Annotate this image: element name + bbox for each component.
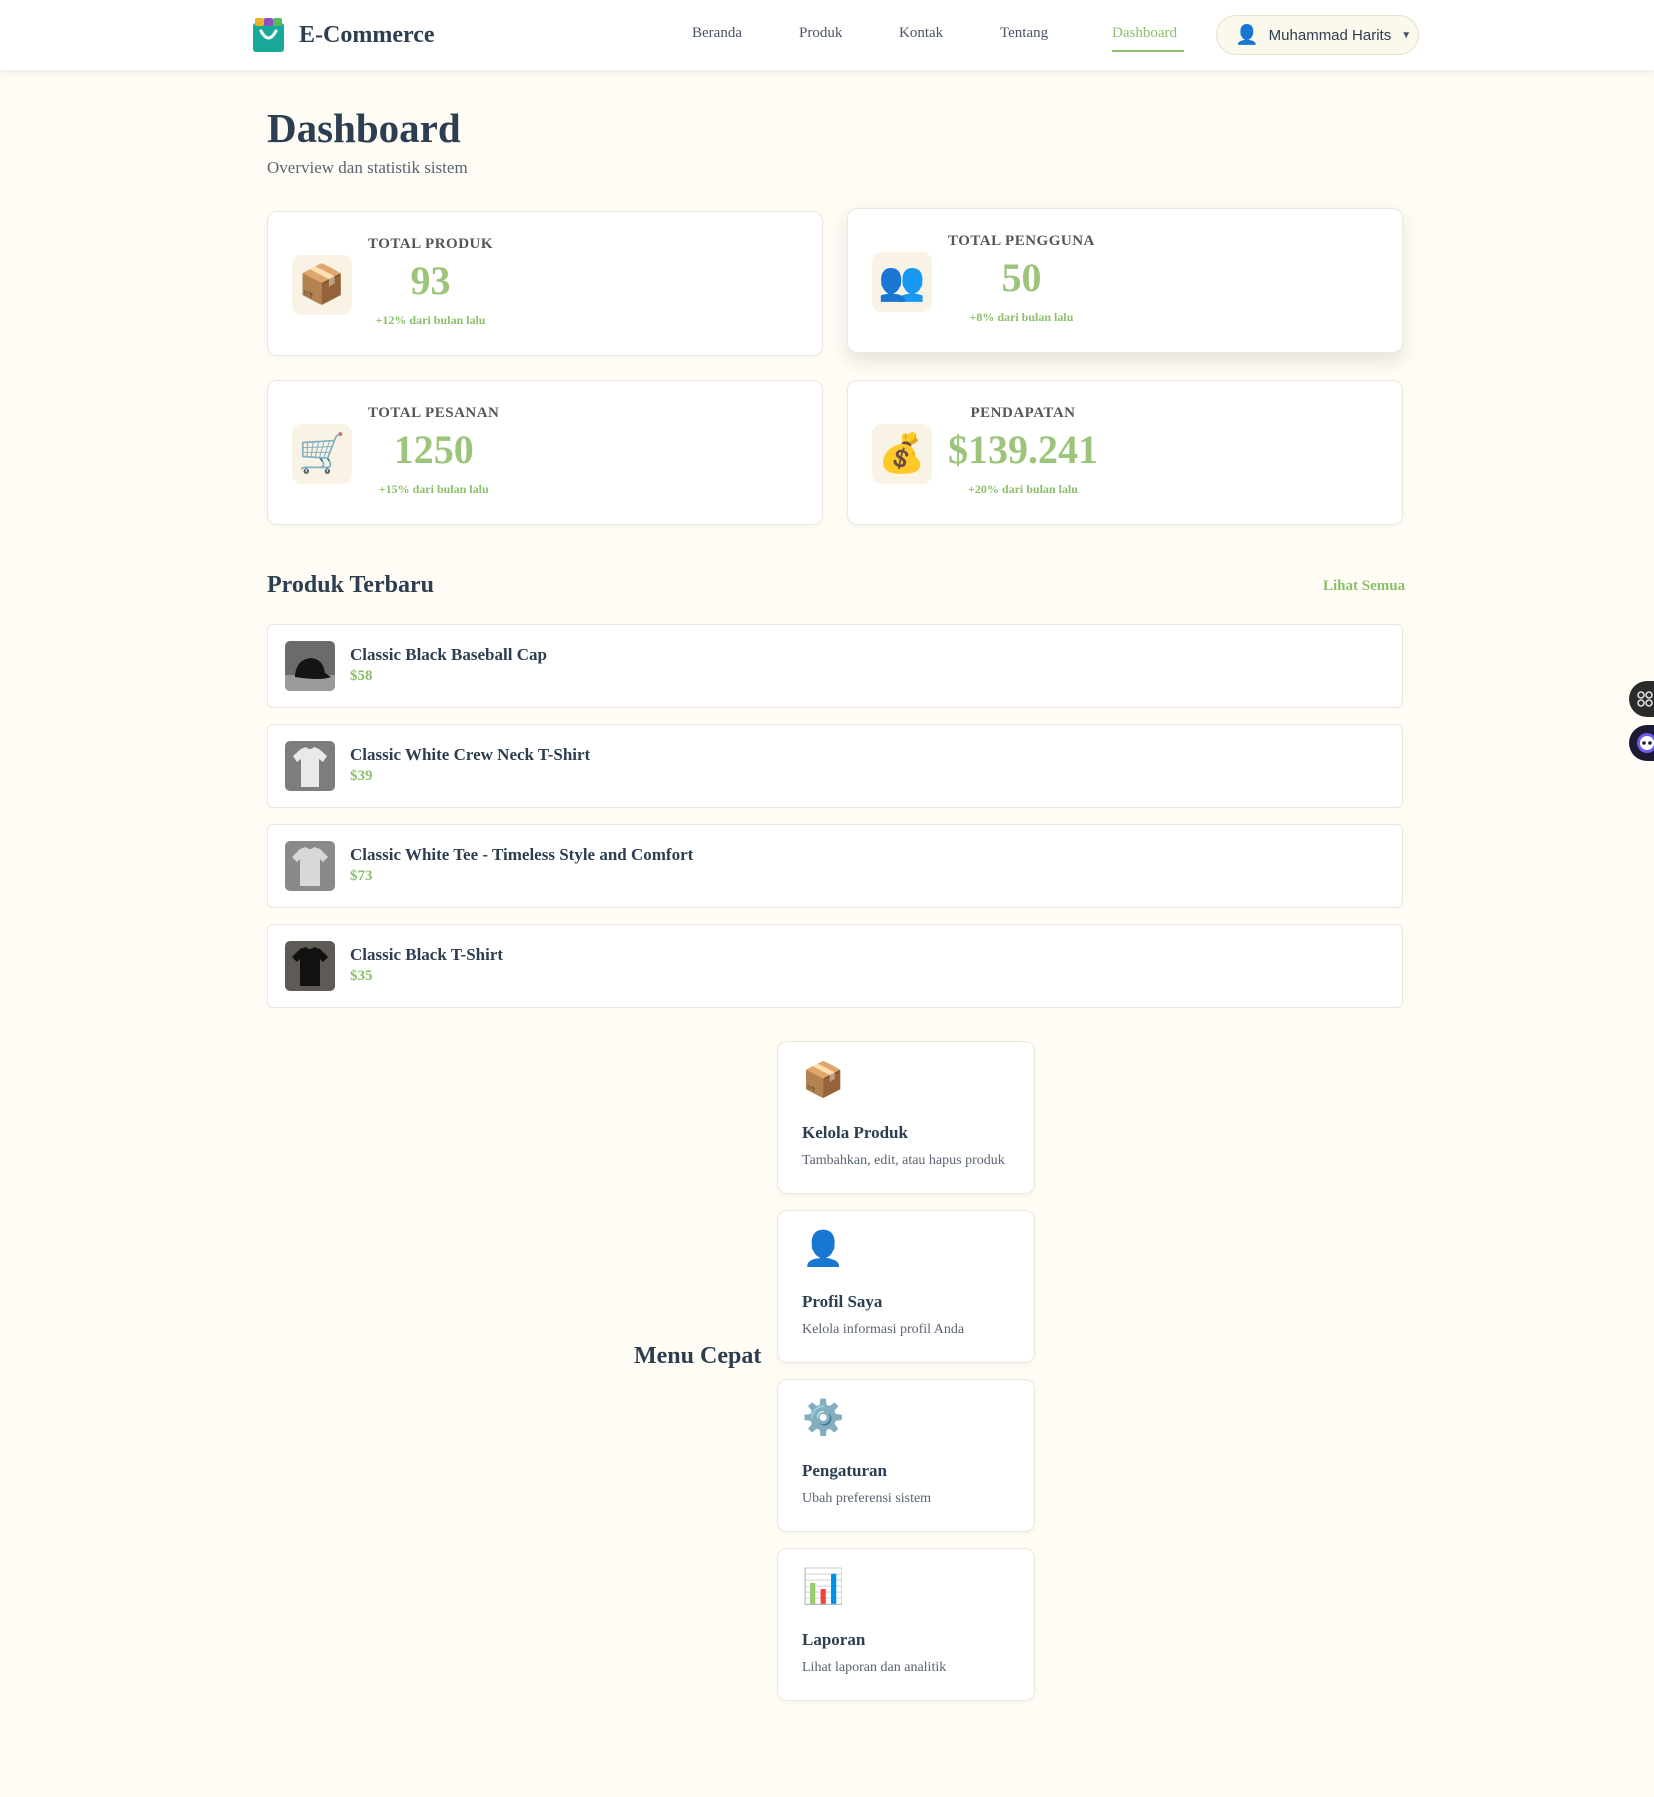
package-icon: 📦 [292, 255, 352, 315]
quick-menu-laporan[interactable]: 📊 Laporan Lihat laporan dan analitik [777, 1548, 1035, 1701]
stat-label: TOTAL PESANAN [368, 405, 500, 421]
quick-menu-name: Laporan [802, 1630, 866, 1649]
stat-label: TOTAL PENGGUNA [948, 233, 1095, 249]
product-price: $73 [350, 868, 373, 884]
brand[interactable]: E-Commerce [252, 17, 435, 53]
nav-link-dashboard[interactable]: Dashboard [1112, 25, 1177, 42]
product-thumbnail-black-tshirt [285, 941, 335, 991]
product-name: Classic Black T-Shirt [350, 945, 504, 964]
stat-change: +20% dari bulan lalu [968, 482, 1078, 496]
stat-value: 1250 [393, 427, 474, 472]
product-thumbnail-white-tee [285, 841, 335, 891]
product-row[interactable]: Classic Black T-Shirt $35 [267, 924, 1403, 1008]
quick-menu-title: Menu Cepat [634, 1343, 762, 1369]
stat-change: +12% dari bulan lalu [375, 313, 486, 327]
quick-menu-name: Kelola Produk [802, 1123, 908, 1142]
product-price: $39 [350, 768, 373, 784]
command-icon [1637, 691, 1653, 707]
stat-label: TOTAL PRODUK [368, 236, 494, 252]
active-nav-indicator [1112, 50, 1184, 52]
product-price: $35 [350, 968, 373, 984]
user-icon: 👤 [802, 1231, 845, 1268]
command-widget-button[interactable] [1629, 681, 1654, 717]
navbar: E-Commerce Beranda Produk Kontak Tentang… [0, 0, 1654, 70]
product-name: Classic White Tee - Timeless Style and C… [350, 845, 694, 864]
nav-link-produk[interactable]: Produk [799, 25, 842, 42]
stat-card-pendapatan: 💰 PENDAPATAN $139.241 +20% dari bulan la… [847, 380, 1403, 525]
nav-link-kontak[interactable]: Kontak [899, 25, 943, 42]
quick-menu-desc: Kelola informasi profil Anda [802, 1322, 965, 1337]
quick-menu-name: Profil Saya [802, 1292, 883, 1311]
page-subtitle: Overview dan statistik sistem [267, 158, 468, 177]
product-name: Classic Black Baseball Cap [350, 645, 547, 664]
assistant-face-icon [1637, 733, 1654, 753]
cart-icon: 🛒 [292, 424, 352, 484]
stat-card-total-produk: 📦 TOTAL PRODUK 93 +12% dari bulan lalu [267, 211, 823, 356]
chevron-down-icon: ▼ [1401, 29, 1412, 41]
product-row[interactable]: Classic White Tee - Timeless Style and C… [267, 824, 1403, 908]
user-icon: 👤 [1235, 25, 1259, 46]
quick-menu-desc: Tambahkan, edit, atau hapus produk [802, 1153, 1005, 1168]
quick-menu-desc: Lihat laporan dan analitik [802, 1660, 947, 1675]
product-thumbnail-white-tshirt [285, 741, 335, 791]
package-icon: 📦 [802, 1062, 845, 1099]
bar-chart-icon: 📊 [802, 1569, 845, 1606]
shopping-bag-icon [252, 17, 285, 53]
stat-value: 93 [410, 258, 451, 303]
user-menu-button[interactable]: 👤 Muhammad Harits ▼ [1216, 15, 1419, 55]
see-all-link[interactable]: Lihat Semua [1323, 578, 1405, 595]
stat-card-total-pengguna: 👥 TOTAL PENGGUNA 50 +8% dari bulan lalu [847, 208, 1403, 353]
brand-name: E-Commerce [299, 21, 435, 48]
assistant-widget-button[interactable] [1629, 725, 1654, 761]
product-row[interactable]: Classic White Crew Neck T-Shirt $39 [267, 724, 1403, 808]
stat-change: +8% dari bulan lalu [969, 310, 1074, 324]
money-bag-icon: 💰 [872, 424, 932, 484]
page-title: Dashboard [267, 105, 461, 151]
nav-link-beranda[interactable]: Beranda [692, 25, 742, 42]
product-price: $58 [350, 668, 373, 684]
user-name: Muhammad Harits [1268, 26, 1392, 44]
quick-menu-kelola-produk[interactable]: 📦 Kelola Produk Tambahkan, edit, atau ha… [777, 1041, 1035, 1194]
stat-value: $139.241 [948, 427, 1098, 472]
stat-change: +15% dari bulan lalu [378, 482, 489, 496]
stat-card-total-pesanan: 🛒 TOTAL PESANAN 1250 +15% dari bulan lal… [267, 380, 823, 525]
product-row[interactable]: Classic Black Baseball Cap $58 [267, 624, 1403, 708]
quick-menu-pengaturan[interactable]: ⚙️ Pengaturan Ubah preferensi sistem [777, 1379, 1035, 1532]
latest-products-title: Produk Terbaru [267, 572, 434, 598]
users-icon: 👥 [872, 252, 932, 312]
product-thumbnail-cap [285, 641, 335, 691]
product-name: Classic White Crew Neck T-Shirt [350, 745, 591, 764]
quick-menu-profil-saya[interactable]: 👤 Profil Saya Kelola informasi profil An… [777, 1210, 1035, 1363]
gear-icon: ⚙️ [802, 1400, 845, 1437]
quick-menu-name: Pengaturan [802, 1461, 887, 1480]
stat-label: PENDAPATAN [970, 405, 1076, 421]
nav-link-tentang[interactable]: Tentang [1000, 25, 1048, 42]
stat-value: 50 [1001, 255, 1042, 300]
quick-menu-desc: Ubah preferensi sistem [802, 1491, 932, 1506]
